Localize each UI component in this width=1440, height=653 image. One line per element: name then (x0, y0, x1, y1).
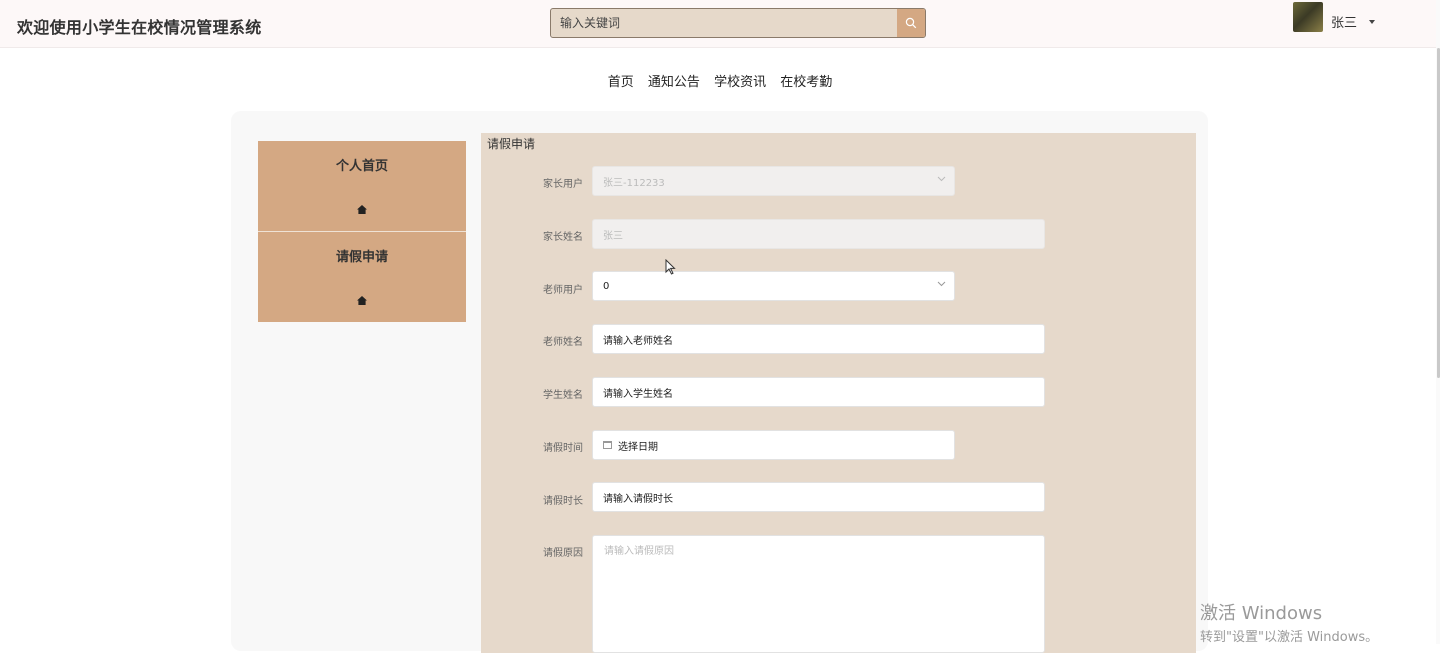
field-label: 学生姓名 (543, 390, 583, 401)
leave-date-picker[interactable]: 选择日期 (592, 430, 955, 460)
search-input[interactable] (551, 9, 898, 37)
watermark-line-2: 转到"设置"以激活 Windows。 (1200, 630, 1379, 645)
field-label: 请假原因 (543, 548, 583, 559)
nav-item-school-news[interactable]: 学校资讯 (714, 71, 766, 90)
parent-user-value: 张三-112233 (603, 177, 665, 189)
sidebar-item-label: 请假申请 (335, 250, 388, 265)
leave-date-value: 选择日期 (618, 441, 658, 453)
field-label: 请假时间 (543, 443, 583, 454)
sidebar: 个人首页 请假申请 (258, 141, 466, 322)
search-icon (905, 17, 917, 29)
main-nav: 首页 通知公告 学校资讯 在校考勤 (0, 71, 1440, 90)
mouse-cursor-icon (665, 259, 676, 275)
field-label: 家长姓名 (543, 232, 583, 243)
parent-user-select: 张三-112233 (592, 166, 955, 196)
home-icon (357, 296, 367, 305)
avatar[interactable] (1293, 2, 1323, 32)
nav-item-notices[interactable]: 通知公告 (648, 71, 700, 90)
parent-name-value: 张三 (603, 230, 623, 242)
scrollbar[interactable] (1436, 0, 1440, 644)
sidebar-item-label: 个人首页 (335, 159, 388, 174)
watermark-line-1: 激活 Windows (1200, 603, 1323, 624)
site-title: 欢迎使用小学生在校情况管理系统 (17, 18, 262, 37)
field-label: 请假时长 (543, 496, 583, 507)
leave-duration-field[interactable]: 请输入请假时长 (592, 482, 1045, 512)
windows-activation-watermark: 激活 Windows 转到"设置"以激活 Windows。 (1200, 599, 1378, 645)
chevron-down-icon (937, 176, 946, 182)
leave-reason-textarea[interactable]: 请输入请假原因 (592, 535, 1045, 653)
top-header: 欢迎使用小学生在校情况管理系统 张三 (0, 0, 1440, 48)
leave-form-panel: 请假申请 家长用户 张三-112233 家长姓名 张三 老师用户 0 老师姓名 … (481, 133, 1196, 653)
leave-reason-placeholder: 请输入请假原因 (604, 546, 674, 557)
teacher-user-select[interactable]: 0 (592, 271, 955, 301)
field-label: 老师姓名 (543, 337, 583, 348)
search-box (550, 8, 926, 38)
teacher-name-value: 请输入老师姓名 (603, 335, 673, 347)
username[interactable]: 张三 (1331, 12, 1357, 31)
chevron-down-icon (937, 281, 946, 287)
parent-name-field: 张三 (592, 219, 1045, 249)
leave-duration-value: 请输入请假时长 (603, 493, 673, 505)
form-title: 请假申请 (487, 137, 536, 151)
field-label: 家长用户 (543, 179, 583, 190)
field-label: 老师用户 (543, 285, 583, 296)
search-button[interactable] (897, 9, 925, 37)
student-name-value: 请输入学生姓名 (603, 388, 673, 400)
sidebar-item-leave-request[interactable]: 请假申请 (258, 231, 466, 322)
chevron-down-icon[interactable] (1369, 20, 1375, 24)
nav-item-home[interactable]: 首页 (608, 71, 634, 90)
student-name-field[interactable]: 请输入学生姓名 (592, 377, 1045, 407)
sidebar-item-personal-home[interactable]: 个人首页 (258, 141, 466, 231)
nav-item-attendance[interactable]: 在校考勤 (780, 71, 832, 90)
calendar-icon (603, 441, 612, 449)
teacher-user-value: 0 (603, 280, 610, 292)
home-icon (357, 205, 367, 214)
teacher-name-field[interactable]: 请输入老师姓名 (592, 324, 1045, 354)
